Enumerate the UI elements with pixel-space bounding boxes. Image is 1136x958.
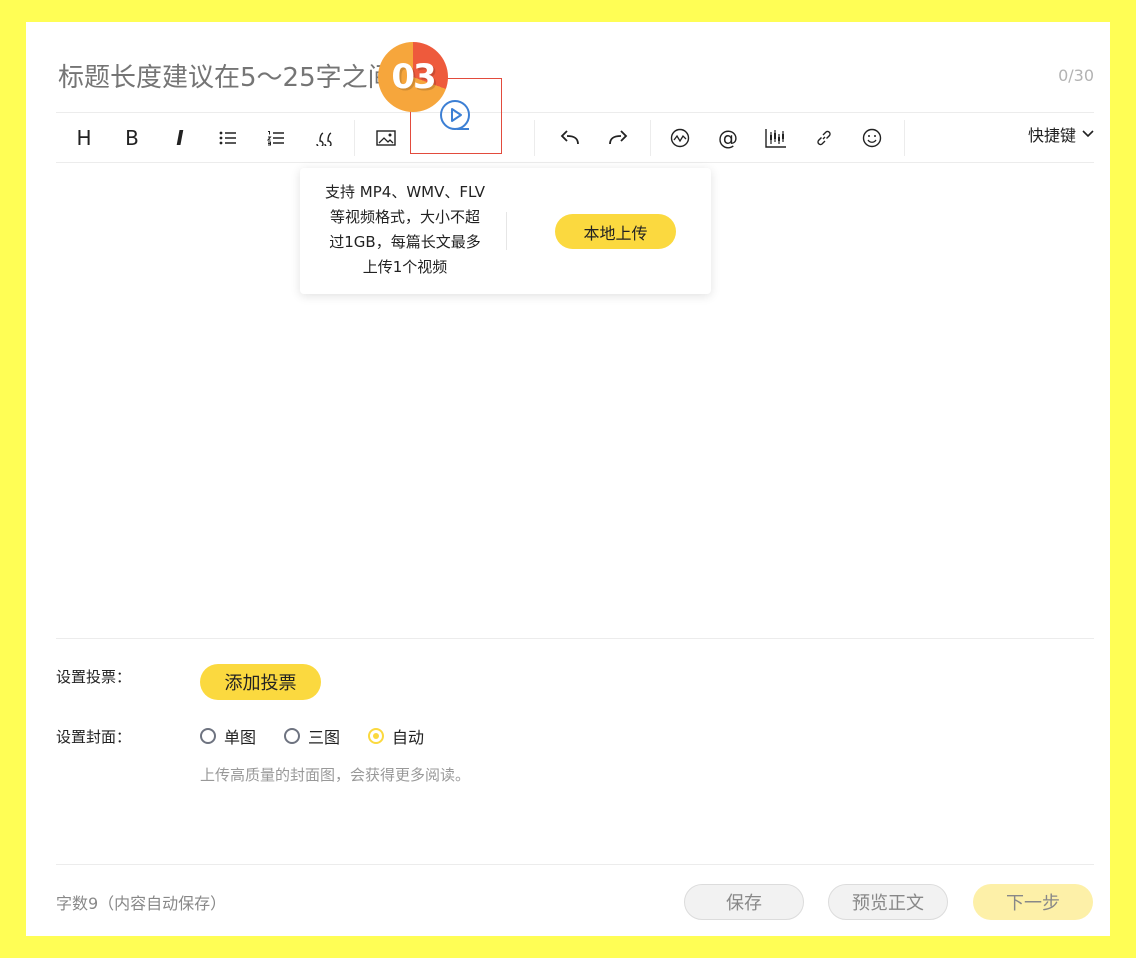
- quote-icon: [316, 132, 332, 146]
- step-badge: 03: [378, 42, 448, 112]
- emoji-button[interactable]: [848, 114, 896, 162]
- title-char-count: 0/30: [1058, 66, 1094, 85]
- link-button[interactable]: [800, 114, 848, 162]
- bullet-list-button[interactable]: [204, 114, 252, 162]
- title-input[interactable]: [56, 58, 1020, 98]
- popup-divider: [506, 212, 507, 250]
- stock-chart-icon: [765, 129, 786, 148]
- video-upload-popup: 支持 MP4、WMV、FLV 等视频格式，大小不超 过1GB，每篇长文最多 上传…: [300, 168, 711, 294]
- editor-panel: 0/30 H B I: [26, 22, 1110, 936]
- italic-icon: I: [176, 126, 184, 150]
- cover-label: 设置封面：: [56, 728, 132, 746]
- bold-button[interactable]: B: [108, 114, 156, 162]
- divider: [56, 638, 1094, 639]
- cover-option-triple[interactable]: 三图: [284, 724, 340, 748]
- mention-button[interactable]: @: [704, 114, 752, 162]
- next-step-button[interactable]: 下一步: [973, 884, 1093, 920]
- cover-hint: 上传高质量的封面图，会获得更多阅读。: [200, 766, 471, 784]
- requirement-line: 等视频格式，大小不超: [329, 208, 480, 226]
- save-button[interactable]: 保存: [684, 884, 804, 920]
- requirement-line: 过1GB，每篇长文最多: [329, 233, 481, 251]
- radio-label: 单图: [224, 728, 257, 747]
- toolbar-divider: [354, 120, 355, 156]
- radio-label: 自动: [392, 728, 425, 747]
- toolbar-divider: [650, 120, 651, 156]
- image-button[interactable]: [362, 114, 410, 162]
- undo-icon: [560, 130, 579, 145]
- word-count-status: 字数9（内容自动保存）: [56, 894, 227, 913]
- redo-button[interactable]: [594, 114, 642, 162]
- toolbar-divider: [904, 120, 905, 156]
- requirement-line: 支持 MP4、WMV、FLV: [325, 183, 485, 201]
- smiley-icon: [862, 128, 882, 148]
- preview-button[interactable]: 预览正文: [828, 884, 948, 920]
- divider: [56, 162, 1094, 163]
- cover-option-auto[interactable]: 自动: [368, 724, 424, 748]
- bullet-list-icon: [219, 131, 236, 145]
- toolbar-divider: [534, 120, 535, 156]
- stock-button[interactable]: [752, 114, 800, 162]
- shortcut-dropdown[interactable]: 快捷键: [1028, 114, 1094, 154]
- add-vote-button[interactable]: 添加投票: [200, 664, 321, 700]
- video-play-icon: [440, 100, 470, 130]
- editor-toolbar: H B I @ 快捷键: [56, 114, 1094, 162]
- trend-icon: [670, 128, 690, 148]
- radio-label: 三图: [308, 728, 341, 747]
- redo-icon: [609, 130, 628, 145]
- chevron-down-icon: [1082, 130, 1094, 138]
- undo-button[interactable]: [546, 114, 594, 162]
- video-requirements-text: 支持 MP4、WMV、FLV 等视频格式，大小不超 过1GB，每篇长文最多 上传…: [312, 180, 498, 280]
- cover-option-single[interactable]: 单图: [200, 724, 256, 748]
- divider: [56, 864, 1094, 865]
- local-upload-button[interactable]: 本地上传: [555, 214, 676, 249]
- radio-checked-icon: [368, 728, 384, 744]
- radio-icon: [284, 728, 300, 744]
- link-icon: [817, 130, 831, 146]
- heading-icon: H: [76, 126, 92, 150]
- heading-button[interactable]: H: [60, 114, 108, 162]
- requirement-line: 上传1个视频: [362, 258, 448, 276]
- ordered-list-button[interactable]: [252, 114, 300, 162]
- radio-icon: [200, 728, 216, 744]
- shortcut-label: 快捷键: [1027, 126, 1076, 145]
- bold-icon: B: [125, 126, 139, 150]
- vote-label: 设置投票：: [56, 668, 132, 686]
- quote-button[interactable]: [300, 114, 348, 162]
- divider: [56, 112, 1094, 113]
- image-icon: [376, 130, 396, 146]
- at-icon: @: [718, 126, 738, 150]
- ordered-list-icon: [267, 131, 284, 146]
- chart-button[interactable]: [656, 114, 704, 162]
- italic-button[interactable]: I: [156, 114, 204, 162]
